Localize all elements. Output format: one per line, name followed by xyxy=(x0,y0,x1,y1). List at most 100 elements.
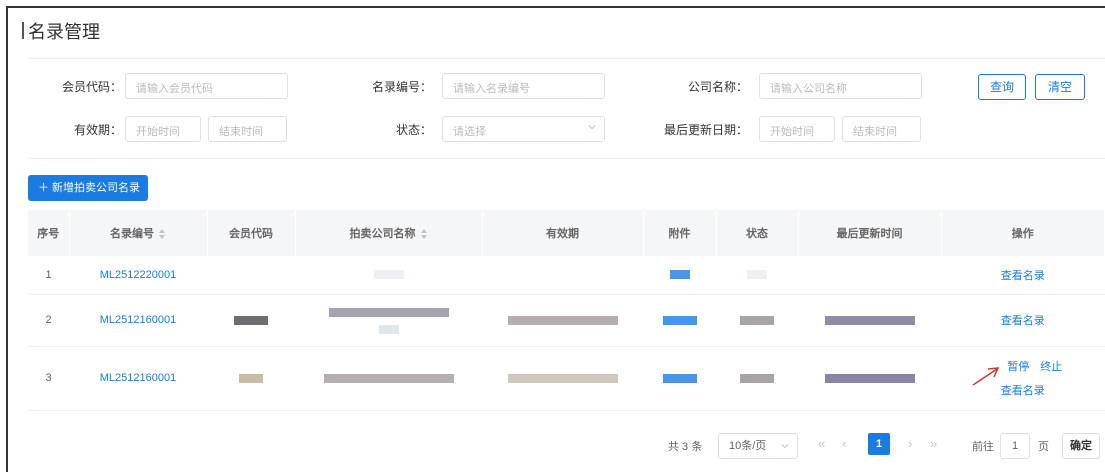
member-code-label: 会员代码： xyxy=(61,80,122,94)
view-list-link[interactable]: 查看名录 xyxy=(1001,315,1045,327)
redacted-block xyxy=(824,315,915,325)
goto-prefix: 前往 xyxy=(972,441,994,453)
row-company-name xyxy=(295,346,482,411)
redacted-block xyxy=(239,373,263,383)
table-row: 3 ML2512160001 暂停 终止 查看名录 xyxy=(28,346,1105,411)
header-list-no-label: 名录编号 xyxy=(110,228,154,240)
header-attachment: 附件 xyxy=(643,210,717,256)
redacted-block xyxy=(747,270,767,280)
table-header-row: 序号 名录编号 会员代码 拍卖公司名称 有效期 附件 状态 最后更新时间 操作 xyxy=(28,210,1105,256)
row-actions: 暂停 终止 查看名录 xyxy=(941,346,1105,411)
list-no-label: 名录编号： xyxy=(371,80,432,94)
add-company-button[interactable]: ＋ 新增拍卖公司名录 xyxy=(28,175,148,201)
divider xyxy=(28,158,1105,159)
validity-start-input[interactable]: 开始时间 xyxy=(125,116,201,142)
row-company-name xyxy=(295,256,482,295)
last-update-label: 最后更新日期： xyxy=(664,123,749,137)
row-list-no[interactable]: ML2512220001 xyxy=(69,256,207,295)
page-title: 名录管理 xyxy=(22,18,100,44)
row-index: 3 xyxy=(28,346,69,411)
arrow-annotation-icon xyxy=(972,366,1000,386)
status-select[interactable]: 请选择 xyxy=(442,116,605,142)
chevron-down-icon xyxy=(588,125,596,130)
redacted-block xyxy=(328,308,449,318)
clear-button[interactable]: 清空 xyxy=(1035,74,1085,100)
last-update-end-input[interactable]: 结束时间 xyxy=(842,116,921,142)
goto-suffix: 页 xyxy=(1038,441,1049,453)
row-index: 2 xyxy=(28,294,69,347)
header-validity: 有效期 xyxy=(482,210,644,256)
chevron-down-icon xyxy=(781,444,789,449)
pagination-total: 共 3 条 xyxy=(668,441,703,453)
row-list-no[interactable]: ML2512160001 xyxy=(69,294,207,347)
header-list-no[interactable]: 名录编号 xyxy=(69,210,208,256)
redacted-block xyxy=(740,315,774,325)
row-attachment xyxy=(643,294,716,347)
redacted-block xyxy=(373,270,404,280)
directory-table: 序号 名录编号 会员代码 拍卖公司名称 有效期 附件 状态 最后更新时间 操作 … xyxy=(28,210,1105,411)
status-label: 状态： xyxy=(395,123,432,137)
redacted-block xyxy=(662,373,697,383)
list-no-input[interactable]: 请输入名录编号 xyxy=(442,73,605,99)
row-validity xyxy=(482,256,643,295)
table-row: 2 ML2512160001 查看名录 xyxy=(28,294,1105,347)
header-company-name[interactable]: 拍卖公司名称 xyxy=(295,210,483,256)
sort-icon[interactable] xyxy=(420,229,428,240)
pause-link[interactable]: 暂停 xyxy=(1007,361,1029,373)
view-list-link[interactable]: 查看名录 xyxy=(1001,385,1045,397)
validity-end-input[interactable]: 结束时间 xyxy=(208,116,287,142)
sort-icon[interactable] xyxy=(158,229,166,240)
member-code-input[interactable]: 请输入会员代码 xyxy=(125,73,288,99)
row-index: 1 xyxy=(28,256,69,295)
row-attachment xyxy=(643,256,716,295)
query-button[interactable]: 查询 xyxy=(978,74,1026,100)
row-last-update xyxy=(798,256,941,295)
last-update-start-input[interactable]: 开始时间 xyxy=(759,116,835,142)
row-member-code xyxy=(207,294,295,347)
redacted-block xyxy=(378,324,399,334)
last-page-icon[interactable]: » xyxy=(930,436,937,451)
row-actions: 查看名录 xyxy=(941,256,1105,295)
row-member-code xyxy=(207,346,295,411)
first-page-icon[interactable]: « xyxy=(818,436,825,451)
row-status xyxy=(716,256,798,295)
page-size-select[interactable]: 10条/页 xyxy=(718,433,798,459)
header-status: 状态 xyxy=(716,210,799,256)
divider xyxy=(28,58,1105,59)
page-number-current[interactable]: 1 xyxy=(868,433,890,455)
redacted-block xyxy=(507,315,618,325)
redacted-block xyxy=(740,373,774,383)
header-index: 序号 xyxy=(28,210,70,256)
prev-page-icon[interactable]: ‹ xyxy=(842,436,846,451)
row-validity xyxy=(482,346,643,411)
row-last-update xyxy=(798,294,941,347)
row-status xyxy=(716,294,798,347)
company-name-input[interactable]: 请输入公司名称 xyxy=(759,73,922,99)
header-company-name-label: 拍卖公司名称 xyxy=(349,228,416,240)
company-name-label: 公司名称： xyxy=(687,80,748,94)
status-select-placeholder: 请选择 xyxy=(453,126,486,138)
header-actions: 操作 xyxy=(941,210,1105,256)
view-list-link[interactable]: 查看名录 xyxy=(1001,270,1045,282)
redacted-block xyxy=(824,373,915,383)
row-actions: 查看名录 xyxy=(941,294,1105,347)
next-page-icon[interactable]: › xyxy=(908,436,912,451)
header-last-update: 最后更新时间 xyxy=(798,210,942,256)
row-company-name xyxy=(295,294,482,347)
table-row: 1 ML2512220001 查看名录 xyxy=(28,256,1105,295)
header-member-code: 会员代码 xyxy=(207,210,296,256)
row-attachment xyxy=(643,346,716,411)
goto-page-input[interactable]: 1 xyxy=(1000,433,1030,459)
redacted-block xyxy=(662,315,697,325)
row-validity xyxy=(482,294,643,347)
redacted-block xyxy=(234,315,268,325)
terminate-link[interactable]: 终止 xyxy=(1040,361,1062,373)
row-list-no[interactable]: ML2512160001 xyxy=(69,346,207,411)
redacted-block xyxy=(323,373,454,383)
row-status xyxy=(716,346,798,411)
validity-label: 有效期： xyxy=(73,123,122,137)
redacted-block xyxy=(669,270,690,280)
confirm-button[interactable]: 确定 xyxy=(1062,433,1100,459)
row-member-code xyxy=(207,256,295,295)
redacted-block xyxy=(507,373,618,383)
